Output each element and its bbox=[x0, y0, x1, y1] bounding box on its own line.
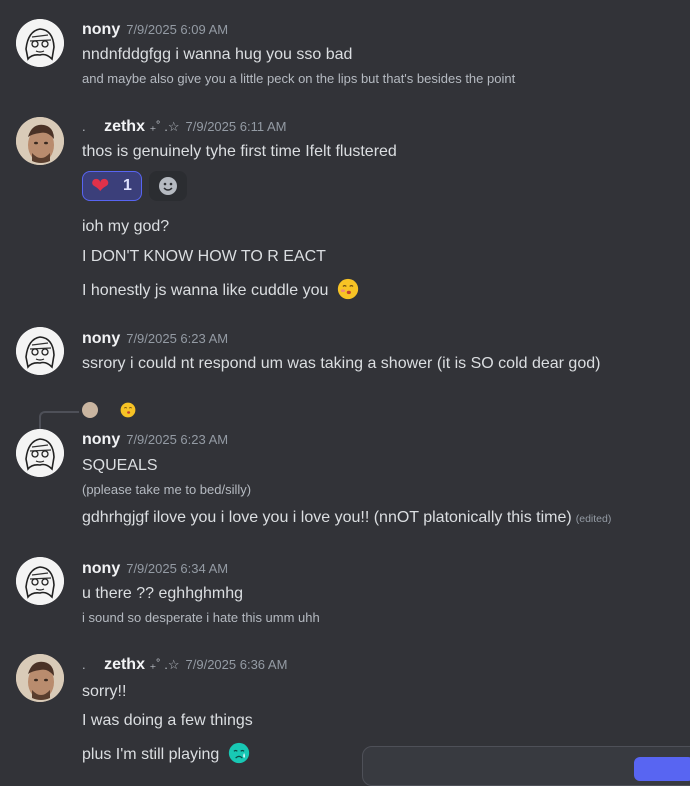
message-text: ioh my god? bbox=[82, 218, 170, 235]
message-subtext: i sound so desperate i hate this umm uhh bbox=[82, 610, 320, 625]
accent-button[interactable] bbox=[634, 757, 690, 781]
message-header: nony 7/9/2025 6:23 AM bbox=[82, 330, 228, 350]
kissing-face-emoji-icon bbox=[337, 278, 358, 300]
avatar-photo-icon bbox=[16, 117, 64, 165]
avatar-zethx[interactable] bbox=[16, 654, 64, 702]
avatar-nony[interactable] bbox=[16, 19, 64, 67]
avatar-sketch-icon bbox=[16, 429, 64, 477]
username[interactable]: nony bbox=[82, 560, 120, 577]
reply-spine bbox=[39, 411, 79, 429]
username[interactable]: nony bbox=[82, 330, 120, 347]
message-header: nony 7/9/2025 6:23 AM bbox=[82, 431, 228, 451]
username-suffix: ₊˚ .☆ bbox=[149, 657, 180, 672]
reply-avatar bbox=[82, 402, 98, 418]
username-prefix: . bbox=[82, 657, 86, 672]
avatar-nony[interactable] bbox=[16, 327, 64, 375]
username-prefix: . bbox=[82, 119, 86, 134]
message-text: gdhrhgjgf ilove you i love you i love yo… bbox=[82, 509, 572, 526]
message-text-edited: gdhrhgjgf ilove you i love you i love yo… bbox=[82, 509, 611, 527]
crying-face-emoji-icon bbox=[228, 742, 249, 764]
username[interactable]: zethx bbox=[104, 118, 145, 135]
avatar-nony[interactable] bbox=[16, 557, 64, 605]
message-subtext: and maybe also give you a little peck on… bbox=[82, 71, 516, 86]
message-text: thos is genuinely tyhe first time Ifelt … bbox=[82, 143, 397, 160]
reply-reference[interactable] bbox=[82, 402, 136, 418]
message-subtext: (pplease take me to bed/silly) bbox=[82, 482, 252, 497]
message-text: u there ?? eghhghmhg bbox=[82, 585, 244, 602]
message-text: sorry!! bbox=[82, 683, 127, 700]
username[interactable]: nony bbox=[82, 21, 120, 38]
avatar-zethx[interactable] bbox=[16, 117, 64, 165]
message-text: SQUEALS bbox=[82, 457, 158, 474]
add-reaction-button[interactable] bbox=[149, 171, 187, 201]
timestamp[interactable]: 7/9/2025 6:11 AM bbox=[186, 119, 287, 134]
timestamp[interactable]: 7/9/2025 6:34 AM bbox=[126, 561, 228, 576]
avatar-photo-icon bbox=[16, 654, 64, 702]
kissing-face-emoji-icon bbox=[120, 402, 136, 418]
message-header: . zethx ₊˚ .☆ 7/9/2025 6:36 AM bbox=[82, 656, 287, 676]
reaction-heart[interactable]: ❤ 1 bbox=[82, 171, 142, 201]
username-suffix: ₊˚ .☆ bbox=[149, 119, 180, 134]
timestamp[interactable]: 7/9/2025 6:36 AM bbox=[186, 657, 288, 672]
smile-plus-icon bbox=[159, 177, 177, 195]
reaction-count: 1 bbox=[123, 177, 132, 194]
heart-emoji-icon: ❤ bbox=[91, 173, 110, 198]
message-header: nony 7/9/2025 6:09 AM bbox=[82, 21, 228, 41]
message-text: ssrory i could nt respond um was taking … bbox=[82, 355, 601, 372]
message-text: nndnfddgfgg i wanna hug you sso bad bbox=[82, 46, 353, 63]
timestamp[interactable]: 7/9/2025 6:23 AM bbox=[126, 432, 228, 447]
message-text-with-emoji: I honestly js wanna like cuddle you bbox=[82, 278, 359, 300]
avatar-sketch-icon bbox=[16, 19, 64, 67]
message-text: plus I'm still playing bbox=[82, 746, 220, 763]
message-text-with-emoji: plus I'm still playing bbox=[82, 742, 250, 764]
message-header: nony 7/9/2025 6:34 AM bbox=[82, 560, 228, 580]
username[interactable]: zethx bbox=[104, 656, 145, 673]
message-text: I was doing a few things bbox=[82, 712, 253, 729]
edited-label: (edited) bbox=[575, 513, 612, 525]
username[interactable]: nony bbox=[82, 431, 120, 448]
timestamp[interactable]: 7/9/2025 6:23 AM bbox=[126, 331, 228, 346]
avatar-sketch-icon bbox=[16, 327, 64, 375]
message-text: I DON'T KNOW HOW TO R EACT bbox=[82, 248, 326, 265]
avatar-nony[interactable] bbox=[16, 429, 64, 477]
avatar-sketch-icon bbox=[16, 557, 64, 605]
message-header: . zethx ₊˚ .☆ 7/9/2025 6:11 AM bbox=[82, 118, 286, 138]
message-text: I honestly js wanna like cuddle you bbox=[82, 282, 329, 299]
timestamp[interactable]: 7/9/2025 6:09 AM bbox=[126, 22, 228, 37]
